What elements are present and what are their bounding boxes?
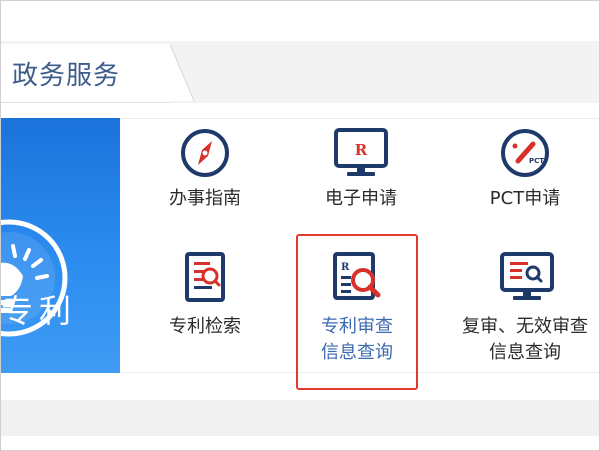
compass-icon bbox=[181, 129, 229, 177]
service-reexamination-invalidation-query[interactable]: 复审、无效审查 信息查询 bbox=[452, 244, 598, 368]
service-e-application-label: 电子申请 bbox=[325, 188, 397, 209]
section-title: 政务服务 bbox=[12, 61, 121, 91]
service-patent-search-label: 专利检索 bbox=[169, 316, 241, 337]
monitor-r-icon: R bbox=[334, 128, 388, 176]
banner-text: 专利 bbox=[1, 292, 78, 330]
service-patent-search[interactable]: 专利检索 bbox=[150, 244, 260, 354]
top-band bbox=[1, 1, 599, 41]
grid-top-divider bbox=[120, 118, 599, 119]
service-guide[interactable]: 办事指南 bbox=[150, 122, 260, 222]
selection-highlight-box bbox=[296, 234, 418, 390]
service-pct-application[interactable]: PCT PCT申请 bbox=[470, 122, 580, 222]
service-pct-application-label: PCT申请 bbox=[489, 188, 561, 209]
service-guide-label: 办事指南 bbox=[169, 188, 241, 209]
monitor-search-icon bbox=[500, 252, 554, 300]
bottom-band bbox=[1, 400, 599, 436]
service-reexamination-label-line2: 信息查询 bbox=[489, 342, 561, 363]
lightbulb-icon bbox=[1, 219, 68, 337]
document-search-icon bbox=[185, 252, 225, 302]
svg-text:R: R bbox=[355, 141, 368, 159]
section-tab-edge bbox=[160, 44, 196, 102]
svg-text:PCT: PCT bbox=[529, 157, 544, 165]
patent-banner[interactable]: 专利 bbox=[1, 118, 120, 373]
service-reexamination-label-line1: 复审、无效审查 bbox=[462, 316, 588, 337]
service-e-application[interactable]: R 电子申请 bbox=[306, 122, 416, 222]
pct-pen-icon: PCT bbox=[501, 129, 549, 177]
